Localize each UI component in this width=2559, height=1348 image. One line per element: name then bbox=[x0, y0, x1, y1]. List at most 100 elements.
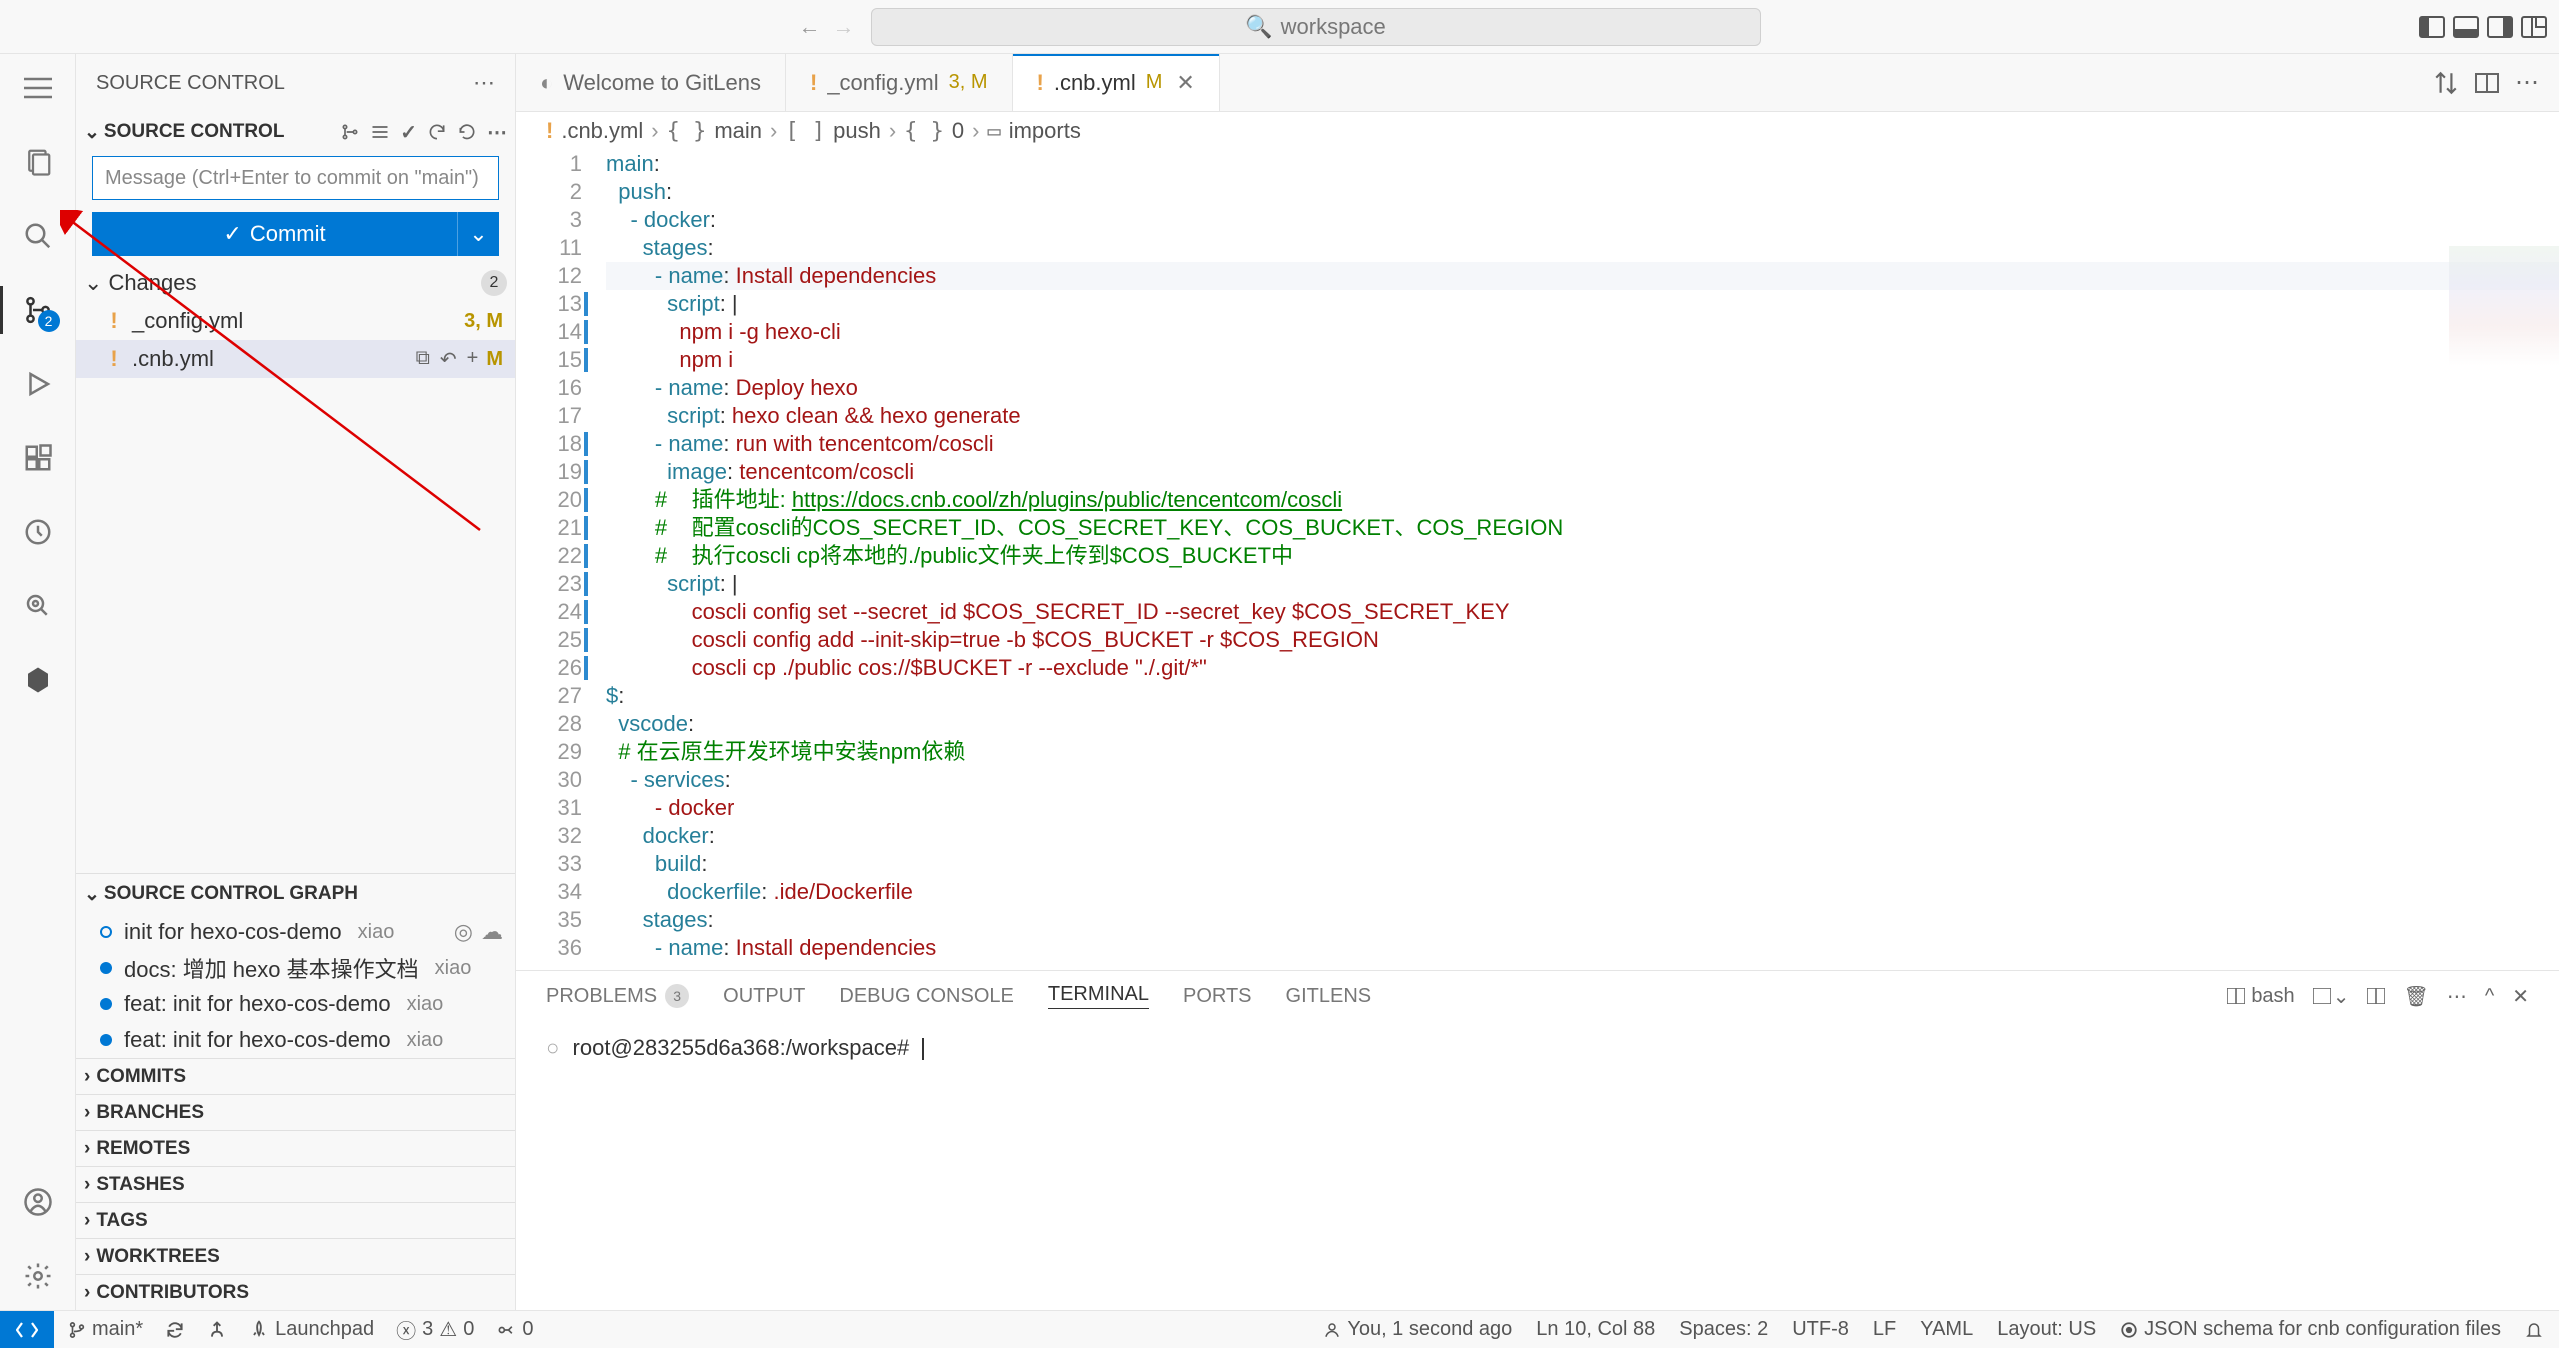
editor-tab[interactable]: ◐Welcome to GitLens bbox=[516, 54, 786, 111]
section-label: BRANCHES bbox=[96, 1102, 204, 1124]
encoding-indicator[interactable]: UTF-8 bbox=[1792, 1318, 1849, 1341]
explorer-icon[interactable] bbox=[18, 142, 58, 182]
scm-more-icon[interactable]: ⋯ bbox=[487, 120, 507, 145]
extensions-icon[interactable] bbox=[18, 438, 58, 478]
tab-terminal[interactable]: TERMINAL bbox=[1048, 983, 1149, 1009]
commit-message-input[interactable] bbox=[92, 156, 499, 200]
file-warn-icon: ! bbox=[546, 118, 553, 144]
sidebar-title: SOURCE CONTROL bbox=[96, 72, 285, 95]
graph-commit-item[interactable]: feat: init for hexo-cos-demo xiao bbox=[76, 986, 515, 1022]
command-center[interactable]: 🔍 workspace bbox=[871, 8, 1761, 46]
indent-indicator[interactable]: Spaces: 2 bbox=[1679, 1318, 1768, 1341]
code-line: npm i bbox=[606, 346, 2559, 374]
toggle-secondary-sidebar-icon[interactable] bbox=[2487, 16, 2513, 38]
nav-forward-icon[interactable]: → bbox=[833, 14, 855, 40]
split-editor-icon[interactable] bbox=[2475, 73, 2499, 93]
gitlens-inspect-icon[interactable] bbox=[18, 586, 58, 626]
editor-tab[interactable]: !_config.yml3, M bbox=[786, 54, 1013, 111]
minimap[interactable] bbox=[2449, 246, 2559, 446]
launchpad-indicator[interactable]: Launchpad bbox=[249, 1318, 374, 1341]
terminal[interactable]: ○ root@283255d6a368:/workspace# bbox=[516, 1021, 2559, 1310]
discard-icon[interactable]: ↶ bbox=[440, 347, 457, 372]
search-activity-icon[interactable] bbox=[18, 216, 58, 256]
tab-output[interactable]: OUTPUT bbox=[723, 985, 805, 1008]
cnb-icon[interactable] bbox=[18, 660, 58, 700]
sidebar-section-tags[interactable]: › TAGS bbox=[76, 1202, 515, 1238]
toggle-panel-icon[interactable] bbox=[2453, 16, 2479, 38]
panel-more-icon[interactable]: ⋯ bbox=[2447, 984, 2467, 1009]
menu-icon[interactable] bbox=[18, 68, 58, 108]
keyboard-layout-indicator[interactable]: Layout: US bbox=[1997, 1318, 2096, 1341]
code-line: coscli config set --secret_id $COS_SECRE… bbox=[606, 598, 2559, 626]
branch-indicator[interactable]: main* bbox=[68, 1318, 143, 1341]
sidebar-section-contributors[interactable]: › CONTRIBUTORS bbox=[76, 1274, 515, 1310]
graph-icon[interactable] bbox=[340, 122, 360, 142]
language-indicator[interactable]: YAML bbox=[1920, 1318, 1973, 1341]
new-terminal-icon[interactable]: ⌄ bbox=[2313, 984, 2350, 1009]
source-control-icon[interactable]: 2 bbox=[18, 290, 58, 330]
commit-author: xiao bbox=[435, 957, 472, 980]
cursor-position[interactable]: Ln 10, Col 88 bbox=[1536, 1318, 1655, 1341]
graph-detail-icon[interactable]: ◎ bbox=[454, 919, 473, 945]
sidebar-section-remotes[interactable]: › REMOTES bbox=[76, 1130, 515, 1166]
diagnostics-indicator[interactable]: ⓧ3 ⚠0 bbox=[396, 1315, 474, 1344]
split-terminal-icon[interactable] bbox=[2367, 988, 2385, 1004]
commit-button[interactable]: ✓ Commit bbox=[92, 212, 457, 256]
sidebar-section-worktrees[interactable]: › WORKTREES bbox=[76, 1238, 515, 1274]
changed-file-item[interactable]: !.cnb.yml ⧉↶+M bbox=[76, 340, 515, 378]
close-panel-icon[interactable]: ✕ bbox=[2512, 984, 2529, 1009]
stage-icon[interactable]: + bbox=[467, 347, 479, 372]
graph-section-header[interactable]: ⌄ SOURCE CONTROL GRAPH bbox=[76, 874, 515, 914]
tab-label: _config.yml bbox=[827, 70, 938, 96]
nav-back-icon[interactable]: ← bbox=[799, 14, 821, 40]
gitlens-activity-icon[interactable] bbox=[18, 512, 58, 552]
code-editor[interactable]: 1231112131415161718192021222324252627282… bbox=[516, 150, 2559, 970]
notifications-icon[interactable] bbox=[2525, 1320, 2543, 1340]
changes-header[interactable]: ⌄ Changes 2 bbox=[76, 264, 515, 302]
breadcrumb[interactable]: ! .cnb.yml ›{ }main ›[ ]push ›{ }0 ›▭imp… bbox=[516, 112, 2559, 150]
open-file-icon[interactable]: ⧉ bbox=[416, 347, 430, 372]
tab-gitlens[interactable]: GITLENS bbox=[1286, 985, 1372, 1008]
commit-dropdown[interactable]: ⌄ bbox=[457, 212, 499, 256]
editor-tab[interactable]: !.cnb.ymlM✕ bbox=[1013, 54, 1220, 111]
customize-layout-icon[interactable] bbox=[2521, 16, 2547, 38]
sidebar: SOURCE CONTROL ⋯ ⌄ SOURCE CONTROL ✓ ⋯ ✓ … bbox=[76, 54, 516, 1310]
tab-problems[interactable]: PROBLEMS 3 bbox=[546, 984, 689, 1008]
error-count: 3 bbox=[422, 1318, 433, 1341]
schema-indicator[interactable]: JSON schema for cnb configuration files bbox=[2120, 1318, 2501, 1341]
remote-indicator[interactable] bbox=[0, 1311, 54, 1348]
settings-gear-icon[interactable] bbox=[18, 1256, 58, 1296]
refresh-icon[interactable] bbox=[427, 122, 447, 142]
undo-icon[interactable] bbox=[457, 122, 477, 142]
changed-file-item[interactable]: !_config.yml 3, M bbox=[76, 302, 515, 340]
blame-indicator[interactable]: You, 1 second ago bbox=[1323, 1318, 1512, 1341]
tab-ports[interactable]: PORTS bbox=[1183, 985, 1252, 1008]
sidebar-section-branches[interactable]: › BRANCHES bbox=[76, 1094, 515, 1130]
graph-commit-item[interactable]: feat: init for hexo-cos-demo xiao bbox=[76, 1022, 515, 1058]
cloud-icon[interactable]: ☁ bbox=[481, 919, 503, 945]
eol-indicator[interactable]: LF bbox=[1873, 1318, 1896, 1341]
accounts-icon[interactable] bbox=[18, 1182, 58, 1222]
toggle-primary-sidebar-icon[interactable] bbox=[2419, 16, 2445, 38]
sidebar-section-stashes[interactable]: › STASHES bbox=[76, 1166, 515, 1202]
graph-commit-item[interactable]: docs: 增加 hexo 基本操作文档 xiao bbox=[76, 950, 515, 986]
git-publish-indicator[interactable] bbox=[207, 1320, 227, 1340]
line-number: 21 bbox=[516, 514, 582, 542]
run-debug-icon[interactable] bbox=[18, 364, 58, 404]
kill-terminal-icon[interactable]: 🗑 bbox=[2403, 984, 2428, 1009]
tab-debug[interactable]: DEBUG CONSOLE bbox=[839, 985, 1013, 1008]
sidebar-more-icon[interactable]: ⋯ bbox=[473, 70, 495, 96]
graph-commit-item[interactable]: init for hexo-cos-demo xiao ◎☁ bbox=[76, 914, 515, 950]
maximize-panel-icon[interactable]: ^ bbox=[2485, 985, 2494, 1008]
compare-changes-icon[interactable] bbox=[2433, 70, 2459, 96]
sync-indicator[interactable] bbox=[165, 1320, 185, 1340]
terminal-profile[interactable]: bash bbox=[2227, 985, 2294, 1008]
sidebar-section-commits[interactable]: › COMMITS bbox=[76, 1058, 515, 1094]
close-tab-icon[interactable]: ✕ bbox=[1176, 70, 1194, 96]
editor-more-icon[interactable]: ⋯ bbox=[2515, 68, 2539, 97]
ports-indicator[interactable]: 0 bbox=[496, 1318, 533, 1341]
commit-check-icon[interactable]: ✓ bbox=[400, 120, 417, 145]
file-status: M bbox=[486, 348, 503, 371]
scm-repo-header[interactable]: ⌄ SOURCE CONTROL ✓ ⋯ bbox=[76, 112, 515, 152]
list-tree-icon[interactable] bbox=[370, 123, 390, 141]
